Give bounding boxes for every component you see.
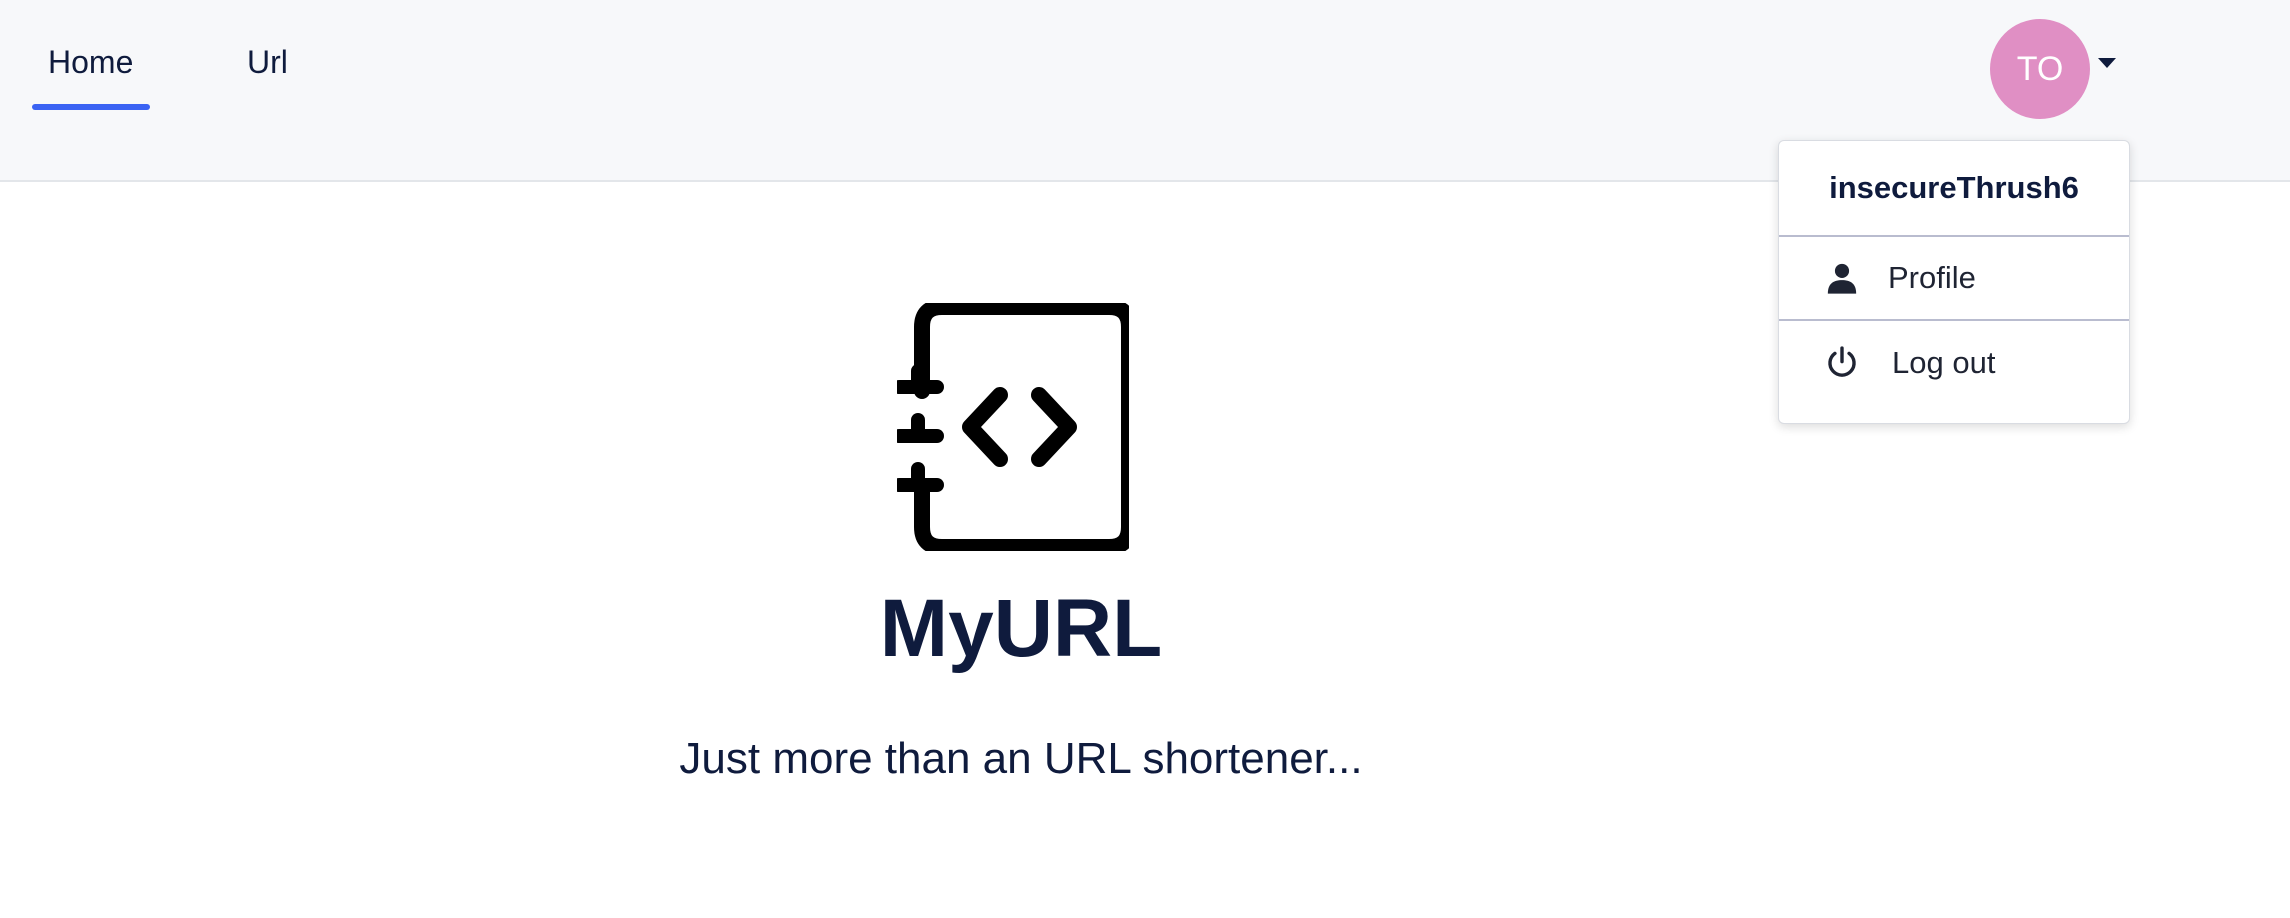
power-icon [1828, 346, 1856, 377]
user-avatar[interactable]: TO [1990, 19, 2090, 119]
tab-home[interactable]: Home [48, 44, 133, 81]
user-dropdown-menu: insecureThrush6 Profile Log out [1778, 140, 2130, 424]
active-tab-indicator [32, 104, 150, 110]
code-notebook-icon [897, 303, 1129, 551]
profile-label: Profile [1888, 260, 1976, 295]
dropdown-username: insecureThrush6 [1779, 141, 2129, 237]
app-title: MyURL [879, 583, 1163, 674]
tab-url[interactable]: Url [247, 44, 288, 81]
profile-menu-item[interactable]: Profile [1779, 237, 2129, 321]
chevron-down-icon[interactable] [2098, 58, 2116, 68]
app-tagline: Just more than an URL shortener... [679, 734, 1363, 783]
logout-menu-item[interactable]: Log out [1779, 321, 2129, 405]
person-icon [1827, 263, 1857, 294]
logout-label: Log out [1892, 345, 1996, 380]
